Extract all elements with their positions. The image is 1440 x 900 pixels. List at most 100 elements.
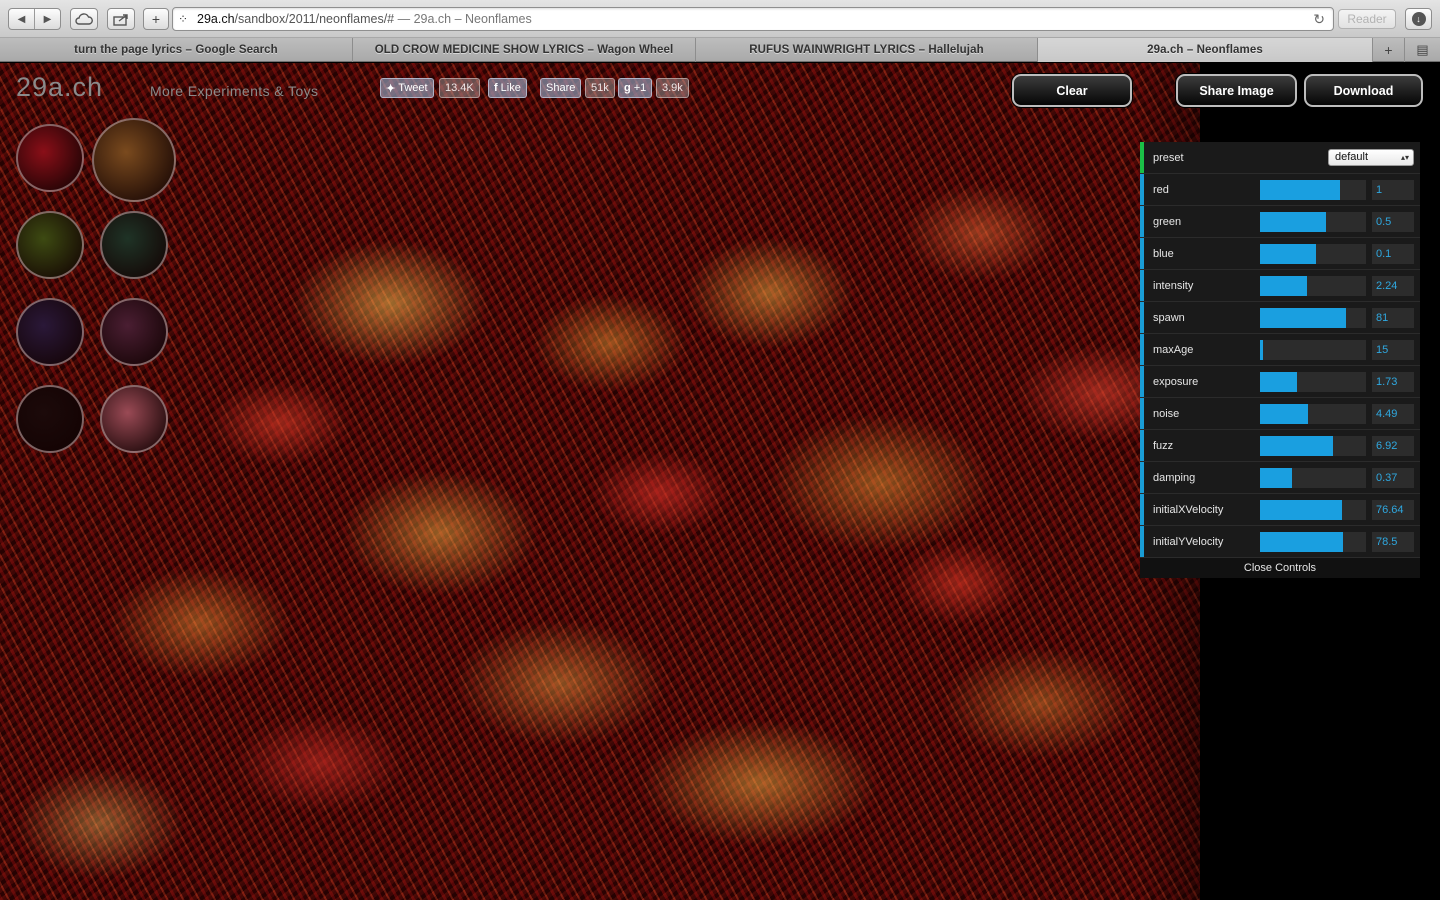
param-slider[interactable] [1260,212,1366,232]
slider-fill [1260,180,1340,200]
param-slider[interactable] [1260,308,1366,328]
more-experiments-link[interactable]: More Experiments & Toys [150,83,318,99]
download-arrow-icon: ↓ [1411,12,1426,26]
param-label: exposure [1153,375,1199,388]
param-slider[interactable] [1260,180,1366,200]
tab-overview-button[interactable]: ▤ [1405,38,1440,62]
url-path: /sandbox/2011/neonflames/# [234,12,395,26]
param-slider[interactable] [1260,372,1366,392]
param-slider[interactable] [1260,340,1366,360]
share-icon [113,13,128,26]
swatch-indigo[interactable] [16,298,84,366]
share-button[interactable] [107,8,135,30]
parameter-list: red 1 green 0.5 blue 0.1 intensity 2.24 spawn 81 m… [1140,174,1420,558]
slider-fill [1260,436,1334,456]
row-stripe [1140,270,1144,301]
param-row: intensity 2.24 [1140,270,1420,302]
param-slider[interactable] [1260,468,1366,488]
close-controls-button[interactable]: Close Controls [1140,558,1420,578]
tab-old-crow[interactable]: OLD CROW MEDICINE SHOW LYRICS – Wagon Wh… [353,38,696,62]
flame-canvas[interactable] [0,63,1200,900]
param-value-input[interactable]: 0.1 [1372,244,1414,264]
tab-google-search[interactable]: turn the page lyrics – Google Search [0,38,353,62]
facebook-share-button[interactable]: Share [540,78,582,98]
controls-panel: preset default ▴▾ red 1 green 0.5 blue 0.1 int… [1140,142,1420,578]
slider-fill [1260,276,1307,296]
param-slider[interactable] [1260,244,1366,264]
url-text: 29a.ch/sandbox/2011/neonflames/# — 29a.c… [197,12,532,26]
param-value-input[interactable]: 0.37 [1372,468,1414,488]
row-stripe [1140,430,1144,461]
slider-fill [1260,500,1342,520]
tweet-count: 13.4K [439,78,480,98]
preset-select[interactable]: default ▴▾ [1328,149,1414,166]
twitter-bird-icon: ✦ [386,82,396,95]
clear-button[interactable]: Clear [1012,74,1132,107]
share-image-button[interactable]: Share Image [1176,74,1297,107]
site-logo[interactable]: 29a.ch [16,72,103,103]
tab-rufus[interactable]: RUFUS WAINWRIGHT LYRICS – Hallelujah [696,38,1038,62]
param-label: spawn [1153,311,1185,324]
param-value-input[interactable]: 0.5 [1372,212,1414,232]
param-slider[interactable] [1260,276,1366,296]
swatch-red[interactable] [16,124,84,192]
share-count: 51k [585,78,615,98]
new-tab-button[interactable]: + [143,8,169,30]
forward-button[interactable]: ▶ [34,9,60,29]
tweet-button[interactable]: ✦ Tweet [380,78,434,98]
swatch-dark[interactable] [16,385,84,453]
swatch-amber[interactable] [92,118,176,202]
swatch-pink[interactable] [100,385,168,453]
icloud-tabs-button[interactable] [70,8,98,30]
slider-fill [1260,372,1298,392]
back-arrow-icon: ◀ [17,13,26,25]
param-row: blue 0.1 [1140,238,1420,270]
gplus-label: +1 [633,82,647,94]
param-label: intensity [1153,279,1194,292]
tab-neonflames[interactable]: 29a.ch – Neonflames [1038,38,1373,62]
param-row: noise 4.49 [1140,398,1420,430]
swatch-purple[interactable] [100,298,168,366]
url-domain: 29a.ch [197,12,235,26]
back-button[interactable]: ◀ [9,9,34,29]
slider-fill [1260,532,1343,552]
param-value-input[interactable]: 1.73 [1372,372,1414,392]
param-label: initialXVelocity [1153,503,1224,516]
address-bar[interactable]: ⁘ 29a.ch/sandbox/2011/neonflames/# — 29a… [172,7,1334,31]
row-stripe [1140,366,1144,397]
param-slider[interactable] [1260,404,1366,424]
param-label: blue [1153,247,1174,260]
plus-icon: + [1384,42,1393,58]
page-content: 29a.ch More Experiments & Toys ✦ Tweet 13… [0,63,1440,900]
download-button[interactable]: Download [1304,74,1423,107]
param-slider[interactable] [1260,436,1366,456]
preset-value: default [1335,151,1369,163]
preset-row: preset default ▴▾ [1140,142,1420,174]
param-row: maxAge 15 [1140,334,1420,366]
param-row: red 1 [1140,174,1420,206]
row-stripe [1140,494,1144,525]
forward-arrow-icon: ▶ [43,13,52,25]
param-value-input[interactable]: 81 [1372,308,1414,328]
param-value-input[interactable]: 78.5 [1372,532,1414,552]
param-value-input[interactable]: 1 [1372,180,1414,200]
reader-button[interactable]: Reader [1338,9,1396,29]
param-value-input[interactable]: 15 [1372,340,1414,360]
reload-icon[interactable]: ↻ [1313,11,1325,28]
param-value-input[interactable]: 76.64 [1372,500,1414,520]
swatch-olive[interactable] [16,211,84,279]
row-stripe [1140,302,1144,333]
nav-buttons: ◀ ▶ [8,8,61,30]
param-value-input[interactable]: 6.92 [1372,436,1414,456]
url-page-title: — 29a.ch – Neonflames [394,12,532,26]
param-slider[interactable] [1260,532,1366,552]
param-slider[interactable] [1260,500,1366,520]
downloads-button[interactable]: ↓ [1405,8,1432,30]
facebook-like-button[interactable]: f Like [488,78,527,98]
param-value-input[interactable]: 2.24 [1372,276,1414,296]
param-value-input[interactable]: 4.49 [1372,404,1414,424]
google-plus-button[interactable]: g +1 [618,78,653,98]
tab-bar-new-tab-button[interactable]: + [1373,38,1405,62]
swatch-teal[interactable] [100,211,168,279]
param-row: spawn 81 [1140,302,1420,334]
